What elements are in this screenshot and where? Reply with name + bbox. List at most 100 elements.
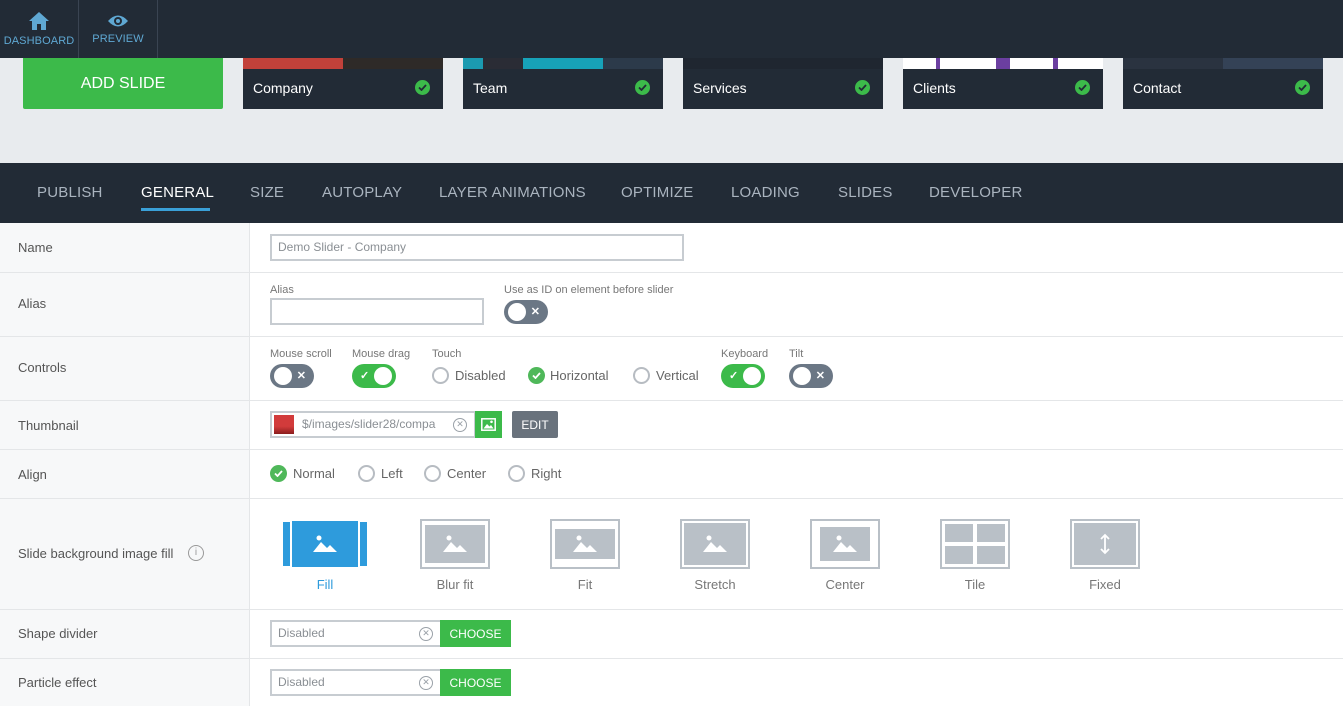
preview-button[interactable]: PREVIEW — [79, 0, 158, 58]
touch-label: Touch — [432, 348, 462, 360]
x-icon: ✕ — [530, 306, 540, 318]
center-option-label: Center — [825, 577, 865, 592]
fixed-image-icon — [1070, 519, 1140, 569]
slide-card-services[interactable]: Services — [683, 58, 883, 109]
tile-image-icon — [940, 519, 1010, 569]
x-icon: ✕ — [815, 370, 825, 382]
slide-thumbnail — [1123, 58, 1323, 69]
add-slide-button[interactable]: ADD SLIDE — [23, 58, 223, 109]
info-icon[interactable]: i — [188, 545, 204, 561]
home-icon — [29, 12, 49, 30]
align-right-label: Right — [531, 466, 562, 481]
clear-particle-effect-icon[interactable]: ✕ — [419, 676, 433, 690]
slide-card-clients[interactable]: Clients — [903, 58, 1103, 109]
tab-slides[interactable]: SLIDES — [838, 163, 893, 223]
align-label: Align — [18, 467, 47, 482]
particle-effect-input[interactable]: Disabled — [270, 669, 442, 696]
touch-horizontal-label: Horizontal — [550, 368, 609, 383]
fixed-option-label: Fixed — [1089, 577, 1121, 592]
preview-label: PREVIEW — [92, 33, 144, 45]
use-as-id-label: Use as ID on element before slider — [504, 284, 674, 296]
check-icon: ✓ — [729, 370, 739, 382]
fill-option-stretch[interactable]: Stretch — [655, 499, 775, 609]
touch-horizontal-radio[interactable] — [528, 367, 545, 384]
use-as-id-toggle[interactable]: ✕ — [504, 300, 548, 324]
name-label: Name — [18, 240, 53, 255]
fill-option-blur-fit[interactable]: Blur fit — [395, 499, 515, 609]
mouse-scroll-label: Mouse scroll — [270, 348, 332, 360]
tile-option-label: Tile — [964, 577, 986, 592]
keyboard-toggle[interactable]: ✓ — [721, 364, 765, 388]
alias-input[interactable] — [270, 298, 484, 325]
thumbnail-preview — [274, 415, 294, 434]
fill-option-fill[interactable]: Fill — [265, 499, 385, 609]
align-center-radio[interactable] — [424, 465, 441, 482]
alias-row: Alias Alias Use as ID on element before … — [0, 273, 1343, 337]
fit-image-icon — [550, 519, 620, 569]
tab-publish[interactable]: PUBLISH — [37, 163, 103, 223]
check-circle-icon — [1075, 80, 1090, 95]
dashboard-button[interactable]: DASHBOARD — [0, 0, 79, 58]
bg-fill-label: Slide background image fill — [18, 546, 174, 561]
slide-card-company[interactable]: Company — [243, 58, 443, 109]
touch-disabled-radio[interactable] — [432, 367, 449, 384]
image-picker-button[interactable] — [475, 411, 502, 438]
particle-effect-row: Particle effect Disabled ✕ CHOOSE — [0, 659, 1343, 706]
slide-name: Clients — [913, 80, 956, 96]
slide-card-contact[interactable]: Contact — [1123, 58, 1323, 109]
keyboard-label: Keyboard — [721, 348, 769, 360]
slide-thumbnail — [243, 58, 443, 69]
choose-particle-effect-button[interactable]: CHOOSE — [440, 669, 511, 696]
tab-autoplay[interactable]: AUTOPLAY — [322, 163, 402, 223]
slide-name: Company — [253, 80, 313, 96]
tab-loading[interactable]: LOADING — [731, 163, 800, 223]
tab-developer[interactable]: DEVELOPER — [929, 163, 1023, 223]
thumbnail-label: Thumbnail — [18, 418, 79, 433]
thumbnail-input[interactable]: $/images/slider28/compa — [270, 411, 476, 438]
check-circle-icon — [855, 80, 870, 95]
tab-size[interactable]: SIZE — [250, 163, 284, 223]
align-right-radio[interactable] — [508, 465, 525, 482]
edit-thumbnail-button[interactable]: EDIT — [512, 411, 558, 438]
clear-thumbnail-icon[interactable]: ✕ — [453, 418, 467, 432]
name-input[interactable]: Demo Slider - Company — [270, 234, 684, 261]
shape-divider-label: Shape divider — [18, 626, 98, 641]
stretch-option-label: Stretch — [694, 577, 736, 592]
active-tab-indicator — [141, 208, 210, 211]
align-normal-label: Normal — [293, 466, 335, 481]
align-row: Align Normal Left Center Right — [0, 450, 1343, 499]
check-circle-icon — [415, 80, 430, 95]
fill-option-center[interactable]: Center — [785, 499, 905, 609]
top-bar — [0, 0, 1343, 58]
alias-field-label: Alias — [270, 284, 294, 296]
name-row: Name Demo Slider - Company — [0, 223, 1343, 273]
mouse-drag-toggle[interactable]: ✓ — [352, 364, 396, 388]
touch-vertical-radio[interactable] — [633, 367, 650, 384]
fill-option-tile[interactable]: Tile — [915, 499, 1035, 609]
image-icon — [481, 418, 496, 431]
choose-shape-divider-button[interactable]: CHOOSE — [440, 620, 511, 647]
slide-card-team[interactable]: Team — [463, 58, 663, 109]
touch-disabled-label: Disabled — [455, 368, 506, 383]
slide-name: Services — [693, 80, 747, 96]
mouse-scroll-toggle[interactable]: ✕ — [270, 364, 314, 388]
bg-fill-row: Slide background image fill i Fill Blur … — [0, 499, 1343, 610]
fill-option-fixed[interactable]: Fixed — [1045, 499, 1165, 609]
shape-divider-input[interactable]: Disabled — [270, 620, 442, 647]
tilt-toggle[interactable]: ✕ — [789, 364, 833, 388]
align-normal-radio[interactable] — [270, 465, 287, 482]
tab-general[interactable]: GENERAL — [141, 163, 214, 223]
tab-layer-animations[interactable]: LAYER ANIMATIONS — [439, 163, 586, 223]
align-left-radio[interactable] — [358, 465, 375, 482]
controls-label: Controls — [18, 360, 67, 375]
clear-shape-divider-icon[interactable]: ✕ — [419, 627, 433, 641]
align-center-label: Center — [447, 466, 487, 481]
fill-image-icon — [283, 519, 367, 569]
fill-option-fit[interactable]: Fit — [525, 499, 645, 609]
thumbnail-row: Thumbnail $/images/slider28/compa ✕ EDIT — [0, 401, 1343, 450]
tab-optimize[interactable]: OPTIMIZE — [621, 163, 693, 223]
stretch-image-icon — [680, 519, 750, 569]
slide-thumbnail — [683, 58, 883, 69]
tilt-label: Tilt — [789, 348, 804, 360]
center-image-icon — [810, 519, 880, 569]
